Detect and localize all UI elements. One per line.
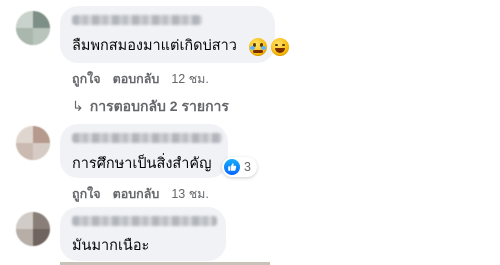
reaction-summary[interactable]: 3 [222, 157, 257, 177]
like-button[interactable]: ถูกใจ [72, 187, 101, 201]
commenter-name-blurred[interactable] [72, 133, 222, 143]
comment-actions: ถูกใจ ตอบกลับ 13 ชม. [72, 184, 209, 204]
commenter-avatar[interactable] [16, 126, 50, 160]
view-replies-label: การตอบกลับ 2 รายการ [89, 98, 229, 114]
comment-actions: ถูกใจ ตอบกลับ 12 ชม. [72, 69, 209, 89]
commenter-avatar[interactable] [16, 212, 50, 246]
laughing-face-icon [271, 38, 289, 56]
view-replies-link[interactable]: ↳ การตอบกลับ 2 รายการ [72, 96, 229, 118]
comment-text: การศึกษาเป็นสิ่งสำคัญ [72, 156, 212, 172]
commenter-name-blurred[interactable] [72, 216, 217, 226]
timestamp[interactable]: 12 ชม. [171, 72, 209, 86]
comment-text: มันมากเนือะ [72, 238, 150, 254]
like-icon [224, 159, 240, 175]
reply-button[interactable]: ตอบกลับ [113, 187, 160, 201]
reply-arrow-icon: ↳ [72, 98, 84, 114]
comment-text: ลืมพกสมองมาแต่เกิดบ่สาว [72, 38, 237, 54]
face-holding-back-tears-icon [249, 38, 267, 56]
reaction-count: 3 [244, 160, 251, 174]
like-button[interactable]: ถูกใจ [72, 72, 101, 86]
timestamp[interactable]: 13 ชม. [171, 187, 209, 201]
reply-button[interactable]: ตอบกลับ [113, 72, 160, 86]
commenter-avatar[interactable] [16, 11, 50, 45]
commenter-name-blurred[interactable] [72, 15, 202, 25]
